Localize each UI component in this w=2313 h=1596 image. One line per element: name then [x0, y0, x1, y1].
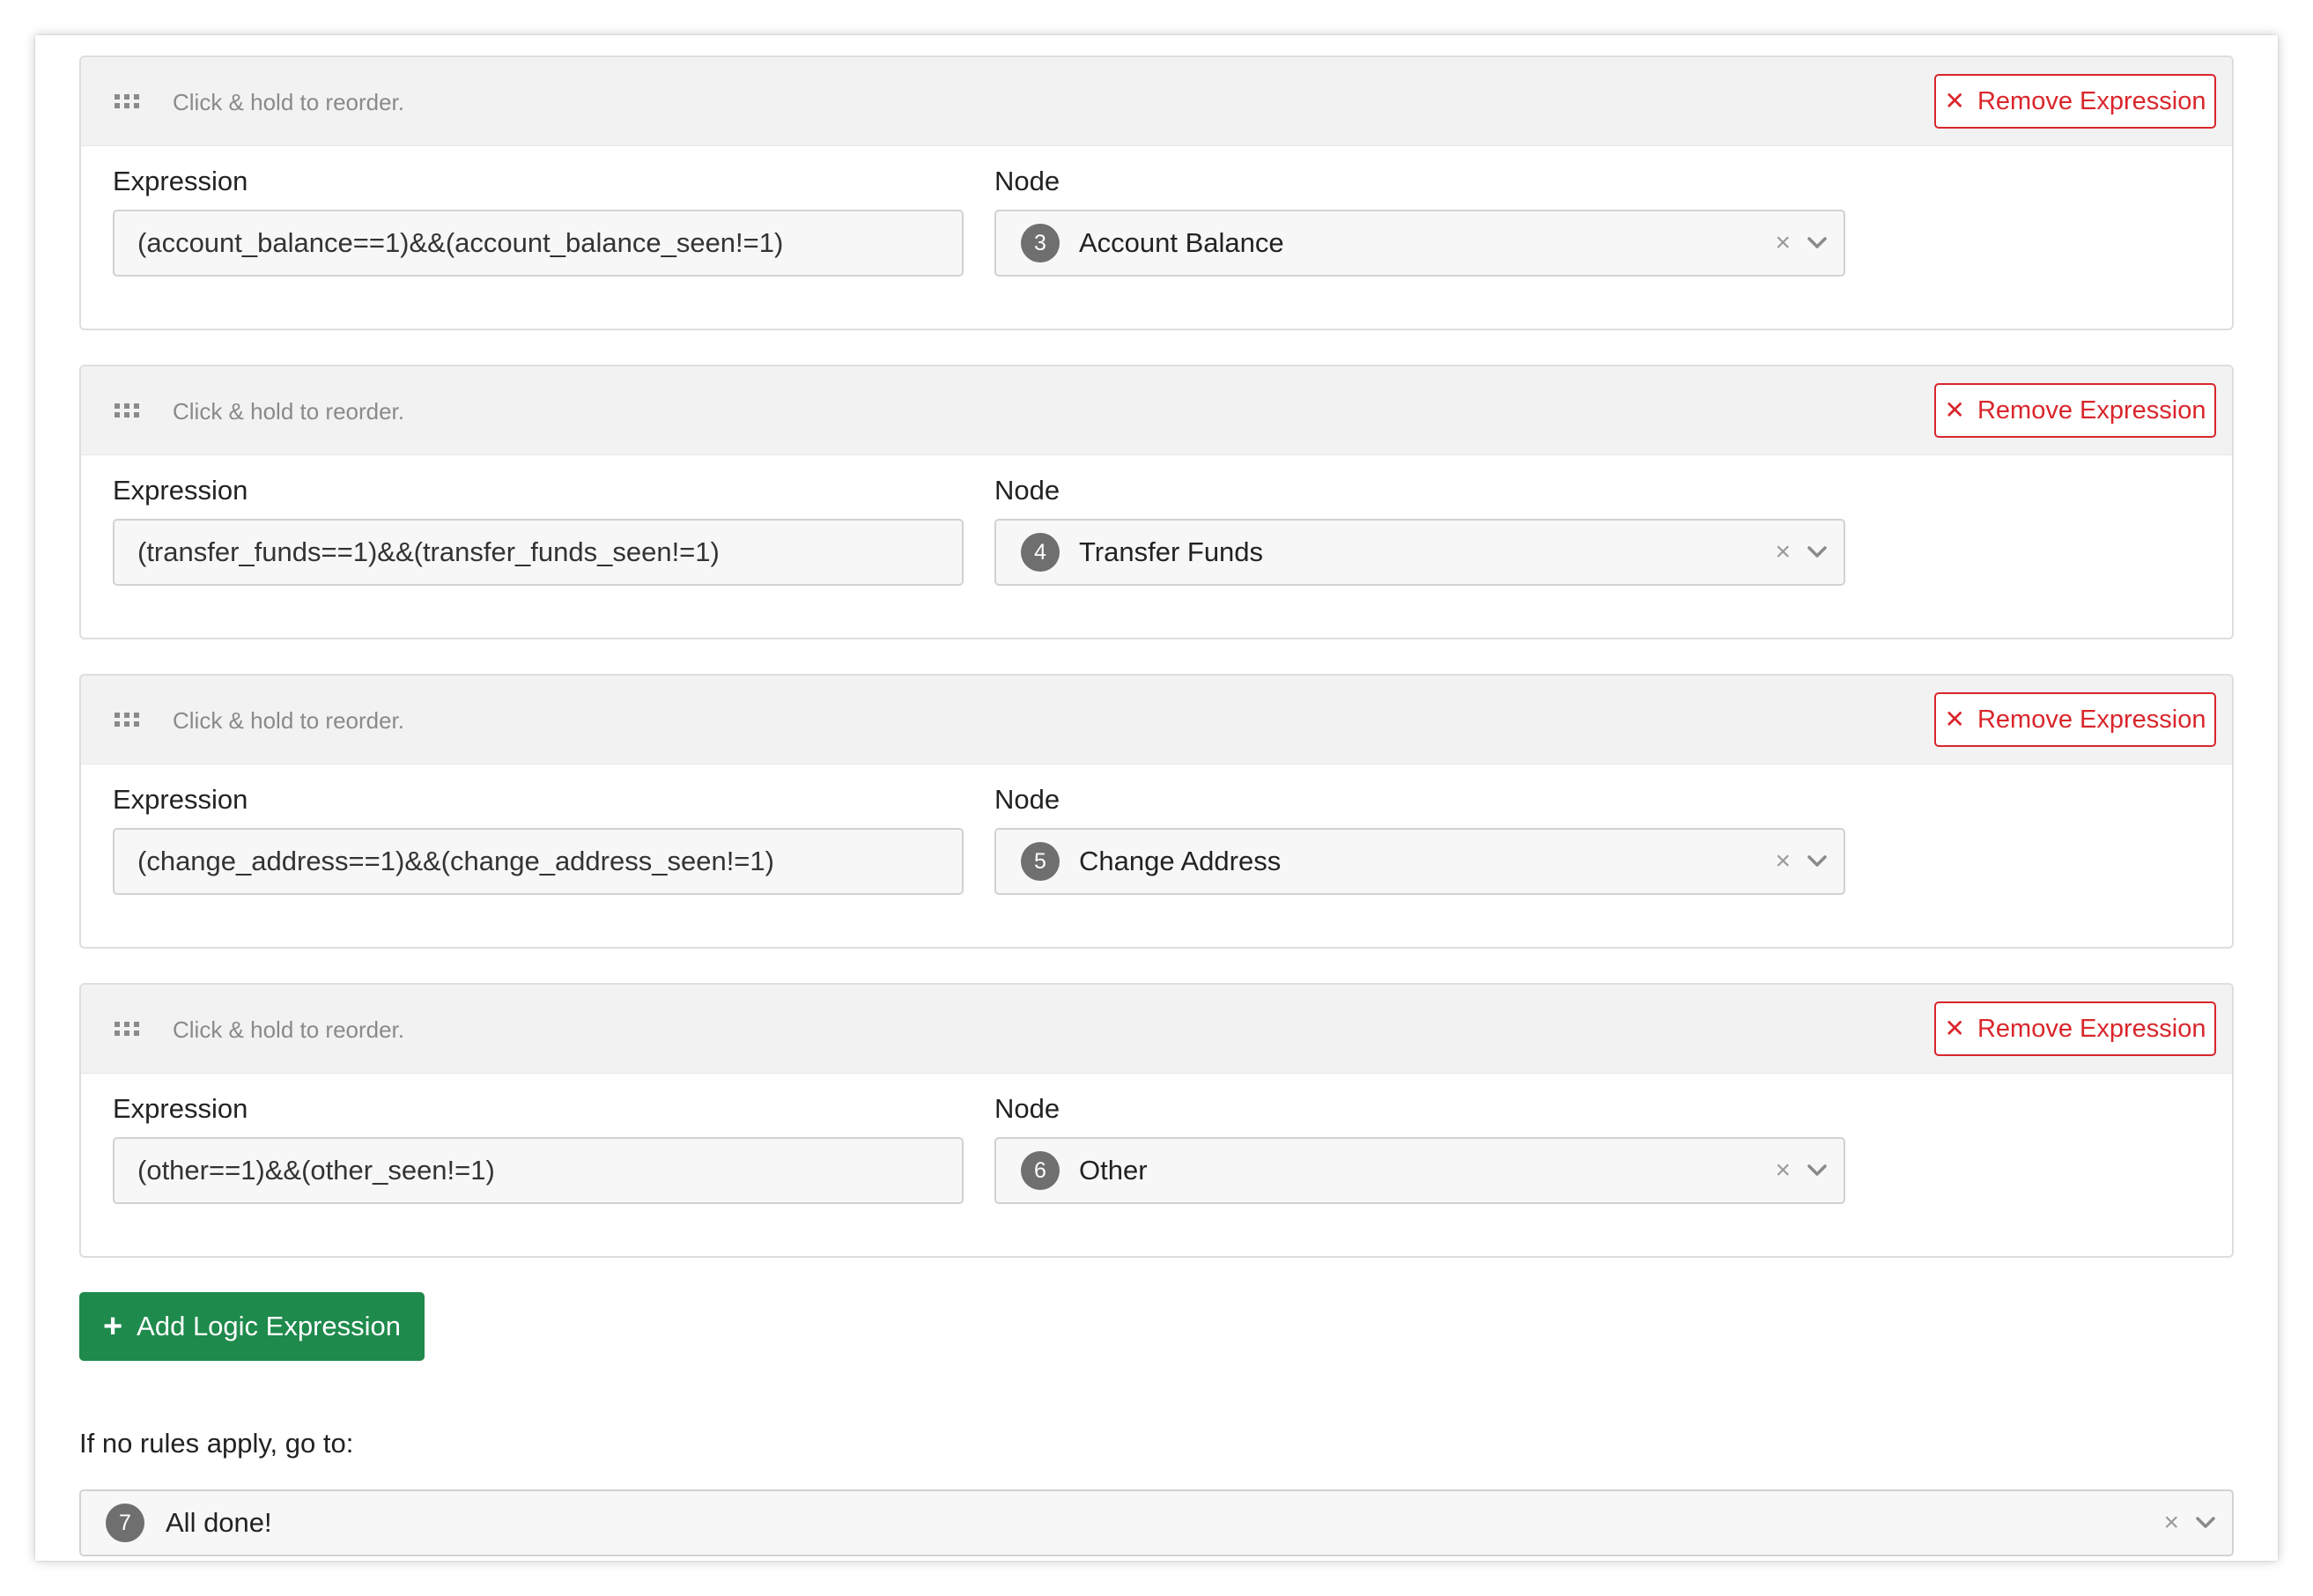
remove-expression-button[interactable]: ✕ Remove Expression — [1934, 74, 2216, 129]
clear-icon[interactable]: × — [1775, 539, 1791, 565]
chevron-down-icon[interactable] — [1807, 545, 1828, 559]
remove-expression-label: Remove Expression — [1977, 86, 2206, 115]
close-icon: ✕ — [1944, 87, 1965, 115]
chevron-down-icon[interactable] — [1807, 236, 1828, 250]
clear-icon[interactable]: × — [1775, 848, 1791, 875]
expression-label: Expression — [113, 784, 248, 815]
fallback-label: If no rules apply, go to: — [79, 1428, 354, 1459]
fallback-selected-value: All done! — [166, 1507, 272, 1538]
node-select[interactable]: 5 Change Address × — [994, 828, 1845, 895]
expression-input[interactable] — [113, 210, 964, 277]
node-selected-value: Transfer Funds — [1079, 536, 1264, 567]
reorder-hint: Click & hold to reorder. — [173, 89, 405, 115]
remove-expression-label: Remove Expression — [1977, 395, 2206, 425]
reorder-hint: Click & hold to reorder. — [173, 398, 405, 425]
node-label: Node — [994, 1093, 1060, 1124]
node-label: Node — [994, 166, 1060, 196]
chevron-down-icon[interactable] — [1807, 1164, 1828, 1178]
expression-card: Click & hold to reorder. ✕ Remove Expres… — [79, 55, 2234, 330]
remove-expression-label: Remove Expression — [1977, 705, 2206, 734]
node-number-badge: 5 — [1021, 842, 1060, 881]
expression-label: Expression — [113, 1093, 248, 1124]
remove-expression-label: Remove Expression — [1977, 1014, 2206, 1043]
plus-icon: + — [102, 1308, 123, 1345]
expression-label: Expression — [113, 475, 248, 506]
expression-card: Click & hold to reorder. ✕ Remove Expres… — [79, 674, 2234, 949]
clear-icon[interactable]: × — [1775, 230, 1791, 256]
drag-handle-icon[interactable] — [115, 92, 139, 110]
add-logic-expression-button[interactable]: + Add Logic Expression — [79, 1292, 425, 1361]
expression-card-header: Click & hold to reorder. ✕ Remove Expres… — [81, 366, 2232, 455]
node-select[interactable]: 4 Transfer Funds × — [994, 519, 1845, 586]
logic-expressions-window: Click & hold to reorder. ✕ Remove Expres… — [35, 35, 2278, 1561]
expression-input[interactable] — [113, 828, 964, 895]
expression-card: Click & hold to reorder. ✕ Remove Expres… — [79, 365, 2234, 639]
node-selected-value: Change Address — [1079, 846, 1282, 876]
remove-expression-button[interactable]: ✕ Remove Expression — [1934, 692, 2216, 747]
expression-card-header: Click & hold to reorder. ✕ Remove Expres… — [81, 676, 2232, 765]
clear-icon[interactable]: × — [2163, 1510, 2179, 1536]
node-number-badge: 6 — [1021, 1151, 1060, 1190]
remove-expression-button[interactable]: ✕ Remove Expression — [1934, 1001, 2216, 1056]
close-icon: ✕ — [1944, 706, 1965, 733]
drag-handle-icon[interactable] — [115, 1020, 139, 1038]
expression-card-header: Click & hold to reorder. ✕ Remove Expres… — [81, 985, 2232, 1074]
chevron-down-icon[interactable] — [2195, 1516, 2216, 1530]
node-select[interactable]: 6 Other × — [994, 1137, 1845, 1204]
close-icon: ✕ — [1944, 396, 1965, 424]
add-logic-expression-label: Add Logic Expression — [137, 1311, 402, 1341]
clear-icon[interactable]: × — [1775, 1157, 1791, 1184]
node-label: Node — [994, 475, 1060, 506]
reorder-hint: Click & hold to reorder. — [173, 707, 405, 734]
reorder-hint: Click & hold to reorder. — [173, 1016, 405, 1043]
remove-expression-button[interactable]: ✕ Remove Expression — [1934, 383, 2216, 438]
node-selected-value: Account Balance — [1079, 227, 1284, 258]
node-label: Node — [994, 784, 1060, 815]
close-icon: ✕ — [1944, 1015, 1965, 1042]
expression-label: Expression — [113, 166, 248, 196]
drag-handle-icon[interactable] — [115, 711, 139, 728]
node-number-badge: 3 — [1021, 224, 1060, 262]
node-number-badge: 7 — [106, 1504, 144, 1542]
node-selected-value: Other — [1079, 1155, 1148, 1186]
node-select[interactable]: 3 Account Balance × — [994, 210, 1845, 277]
expression-input[interactable] — [113, 1137, 964, 1204]
node-number-badge: 4 — [1021, 533, 1060, 572]
expression-input[interactable] — [113, 519, 964, 586]
drag-handle-icon[interactable] — [115, 402, 139, 419]
logic-expressions-panel: Click & hold to reorder. ✕ Remove Expres… — [79, 55, 2234, 1556]
chevron-down-icon[interactable] — [1807, 854, 1828, 868]
expression-card: Click & hold to reorder. ✕ Remove Expres… — [79, 983, 2234, 1258]
expression-card-header: Click & hold to reorder. ✕ Remove Expres… — [81, 57, 2232, 146]
fallback-node-select[interactable]: 7 All done! × — [79, 1489, 2234, 1556]
